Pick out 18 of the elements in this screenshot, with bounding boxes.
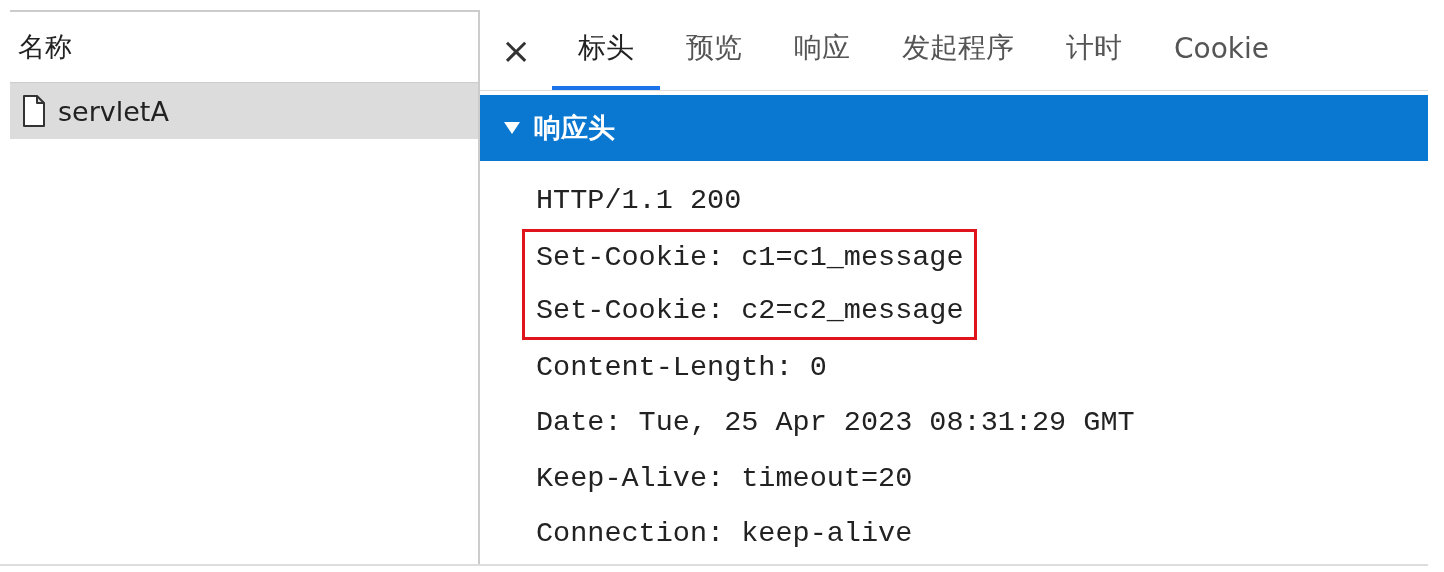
column-header: 名称: [18, 30, 72, 64]
header-line: Connection: keep-alive: [536, 517, 913, 551]
tab[interactable]: 响应: [768, 10, 876, 90]
tab[interactable]: 计时: [1040, 10, 1148, 90]
tab[interactable]: 预览: [660, 10, 768, 90]
tab[interactable]: 发起程序: [876, 10, 1040, 90]
close-button[interactable]: ×: [480, 10, 552, 90]
header-line: HTTP/1.1 200: [536, 184, 742, 218]
header-line: Content-Length: 0: [536, 350, 827, 384]
tab[interactable]: Cookie: [1148, 10, 1296, 90]
document-icon: [22, 95, 46, 127]
header-line: Set-Cookie: c1=c1_message: [536, 241, 964, 275]
request-row[interactable]: servletA: [10, 83, 478, 139]
triangle-icon: [504, 121, 520, 135]
section-header[interactable]: 响应头: [480, 95, 1428, 161]
header-line: Date: Tue, 25 Apr 2023 08:31:29 GMT: [536, 406, 1135, 440]
header-line: Set-Cookie: c2=c2_message: [536, 293, 964, 327]
header-line: Keep-Alive: timeout=20: [536, 461, 913, 495]
